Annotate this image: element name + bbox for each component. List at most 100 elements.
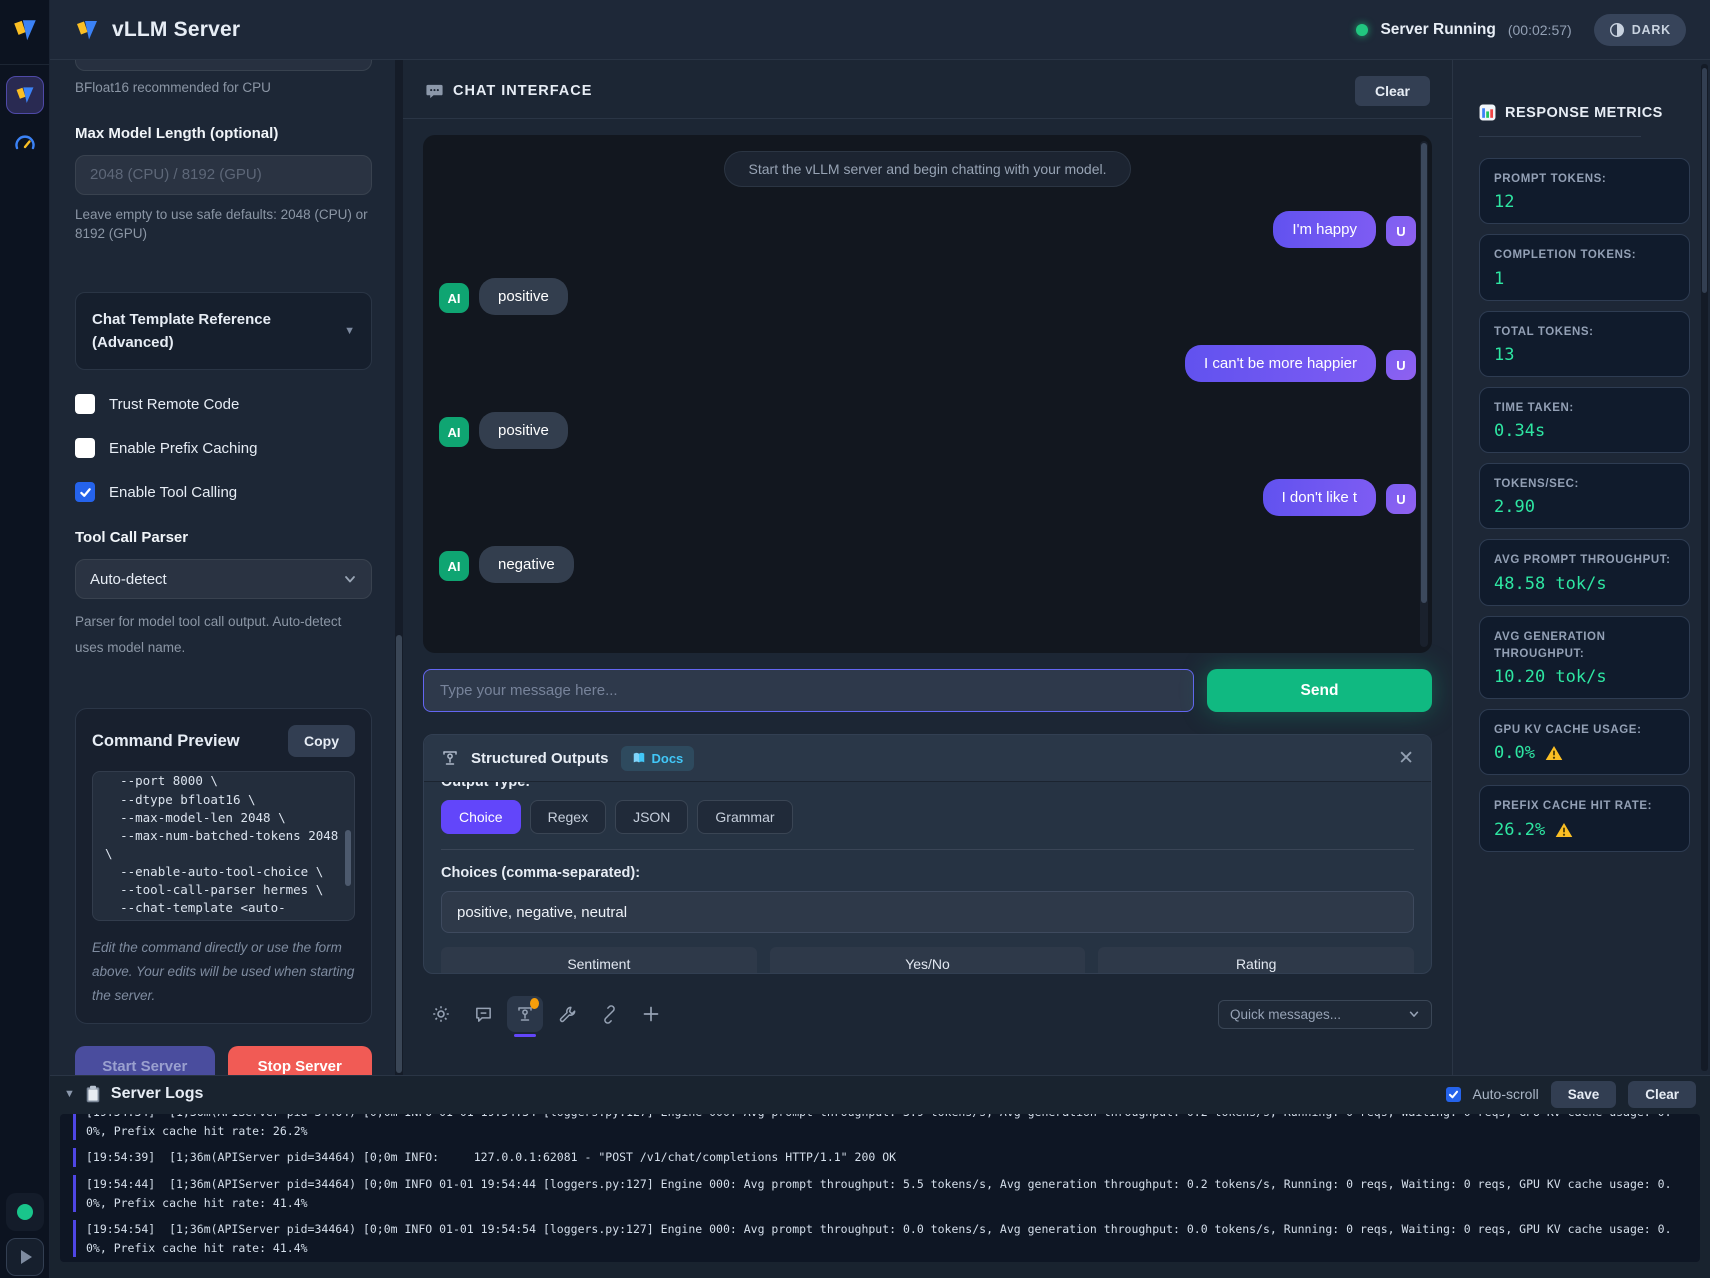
logs-collapse-toggle[interactable]: ▼ <box>64 1088 75 1100</box>
chat-messages-area: Start the vLLM server and begin chatting… <box>423 135 1432 653</box>
close-icon[interactable]: ✕ <box>1398 747 1414 770</box>
user-message-bubble: I don't like t <box>1263 479 1376 516</box>
link-button[interactable] <box>591 996 627 1032</box>
tool-call-parser-hint: Parser for model tool call output. Auto-… <box>75 609 372 660</box>
vllm-logo-icon <box>11 16 39 44</box>
stamp-icon <box>441 749 459 767</box>
theme-toggle-label: DARK <box>1632 23 1671 37</box>
output-type-json[interactable]: JSON <box>615 800 688 834</box>
structured-outputs-title: Structured Outputs <box>471 750 609 767</box>
metric-card-prompt-tokens: PROMPT TOKENS: 12 <box>1479 158 1690 224</box>
header-vllm-logo-icon <box>74 17 100 43</box>
send-button[interactable]: Send <box>1207 669 1432 712</box>
left-rail <box>0 0 50 1278</box>
chevron-down-icon: ▼ <box>344 325 355 337</box>
chat-clear-button[interactable]: Clear <box>1355 76 1430 106</box>
command-preview-code[interactable]: --port 8000 \ --dtype bfloat16 \ --max-m… <box>92 771 355 921</box>
checkbox-trust-remote-code[interactable]: Trust Remote Code <box>75 394 372 414</box>
settings-scrollbar-thumb[interactable] <box>396 635 402 1073</box>
autoscroll-checkbox[interactable] <box>1446 1087 1461 1102</box>
add-button[interactable] <box>633 996 669 1032</box>
docs-label: Docs <box>652 751 684 766</box>
checkbox-unchecked-icon <box>75 394 95 414</box>
ai-avatar: AI <box>439 417 469 447</box>
logs-output[interactable]: [19:54:34] [1;36m(APIServer pid=34464) [… <box>60 1114 1700 1262</box>
vllm-server-app: vLLM Server Server Running (00:02:57) DA… <box>0 0 1710 1278</box>
quick-messages-select[interactable]: Quick messages... <box>1218 1000 1432 1029</box>
metrics-scrollbar[interactable] <box>1701 64 1708 1071</box>
copy-button[interactable]: Copy <box>288 725 355 757</box>
dtype-hint: BFloat16 recommended for CPU <box>75 78 372 98</box>
rail-item-vllm[interactable] <box>6 76 44 114</box>
settings-gear-button[interactable] <box>423 996 459 1032</box>
choices-input[interactable] <box>441 891 1414 933</box>
app-header: vLLM Server Server Running (00:02:57) DA… <box>50 0 1710 60</box>
metrics-title: RESPONSE METRICS <box>1505 105 1663 121</box>
play-button[interactable] <box>6 1238 44 1276</box>
warning-icon <box>1545 745 1563 761</box>
chat-message-input[interactable] <box>423 669 1194 712</box>
max-model-length-hint: Leave empty to use safe defaults: 2048 (… <box>75 205 372 244</box>
tool-call-parser-value: Auto-detect <box>90 571 167 588</box>
preset-yesno-button[interactable]: Yes/No <box>770 947 1086 974</box>
user-avatar: U <box>1386 216 1416 246</box>
structured-outputs-panel: Structured Outputs Docs ✕ Output Type: C… <box>423 734 1432 974</box>
structured-outputs-button[interactable] <box>507 996 543 1032</box>
checkbox-checked-icon <box>75 482 95 502</box>
app-title: vLLM Server <box>112 18 240 42</box>
preset-rating-button[interactable]: Rating <box>1098 947 1414 974</box>
output-type-choice[interactable]: Choice <box>441 800 521 834</box>
stop-server-button[interactable]: Stop Server <box>228 1046 372 1075</box>
log-entry: [19:54:54] [1;36m(APIServer pid=34464) [… <box>73 1220 1686 1257</box>
play-icon <box>21 1250 32 1264</box>
checkbox-enable-prefix-caching[interactable]: Enable Prefix Caching <box>75 438 372 458</box>
metrics-scrollbar-thumb[interactable] <box>1702 68 1707 293</box>
start-server-button[interactable]: Start Server <box>75 1046 215 1075</box>
log-entry: [19:54:39] [1;36m(APIServer pid=34464) [… <box>73 1148 1686 1167</box>
user-avatar: U <box>1386 350 1416 380</box>
chat-title: CHAT INTERFACE <box>453 83 592 99</box>
metric-card-prefix-cache-hit-rate: PREFIX CACHE HIT RATE: 26.2% <box>1479 785 1690 851</box>
code-scrollbar-thumb[interactable] <box>345 830 351 886</box>
gear-icon <box>431 1004 451 1024</box>
warning-icon <box>1555 822 1573 838</box>
ai-message-bubble: positive <box>479 278 568 315</box>
logs-save-button[interactable]: Save <box>1551 1081 1617 1108</box>
message-square-icon <box>474 1005 493 1024</box>
metric-card-total-tokens: TOTAL TOKENS: 13 <box>1479 311 1690 377</box>
max-model-length-input[interactable] <box>75 155 372 195</box>
choices-label: Choices (comma-separated): <box>441 865 1414 881</box>
ai-avatar: AI <box>439 283 469 313</box>
settings-panel: BFloat16 recommended for CPU Max Model L… <box>50 60 403 1075</box>
ai-message-bubble: negative <box>479 546 574 583</box>
theme-toggle-button[interactable]: DARK <box>1594 14 1686 46</box>
autoscroll-label: Auto-scroll <box>1473 1086 1539 1102</box>
logs-clear-button[interactable]: Clear <box>1628 1081 1696 1108</box>
dtype-select-clipped[interactable] <box>75 60 372 71</box>
output-type-grammar[interactable]: Grammar <box>697 800 792 834</box>
rail-item-gauge[interactable] <box>13 132 37 156</box>
wrench-icon <box>558 1005 577 1024</box>
response-metrics-panel: RESPONSE METRICS PROMPT TOKENS: 12 COMPL… <box>1452 60 1710 1075</box>
ai-message-bubble: positive <box>479 412 568 449</box>
tool-call-parser-select[interactable]: Auto-detect <box>75 559 372 599</box>
message-settings-button[interactable] <box>465 996 501 1032</box>
chat-template-section-label: Chat Template Reference (Advanced) <box>92 308 344 355</box>
chat-template-section-toggle[interactable]: Chat Template Reference (Advanced) ▼ <box>75 292 372 371</box>
half-moon-icon <box>1609 22 1625 38</box>
chat-scrollbar[interactable] <box>1420 141 1428 647</box>
tools-wrench-button[interactable] <box>549 996 585 1032</box>
preset-sentiment-button[interactable]: Sentiment <box>441 947 757 974</box>
user-message-bubble: I'm happy <box>1273 211 1376 248</box>
settings-scrollbar[interactable] <box>395 60 403 1075</box>
status-dot <box>17 1204 33 1220</box>
checkbox-enable-tool-calling[interactable]: Enable Tool Calling <box>75 482 372 502</box>
server-status-indicator[interactable] <box>6 1193 44 1231</box>
user-avatar: U <box>1386 484 1416 514</box>
output-type-regex[interactable]: Regex <box>530 800 606 834</box>
chat-scrollbar-thumb[interactable] <box>1421 143 1427 603</box>
docs-link[interactable]: Docs <box>621 746 695 771</box>
chevron-down-icon <box>343 572 357 586</box>
checkbox-unchecked-icon <box>75 438 95 458</box>
logs-title: Server Logs <box>111 1085 203 1103</box>
